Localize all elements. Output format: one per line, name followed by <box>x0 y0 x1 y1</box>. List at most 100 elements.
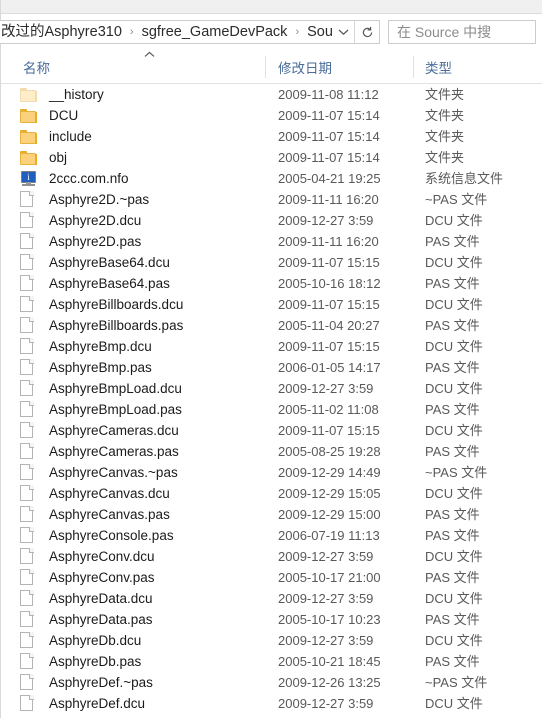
file-explorer-window: 改过的Asphyre310 › sgfree_GameDevPack › Sou… <box>0 0 542 718</box>
table-row[interactable]: AsphyreConv.dcu 2009-12-27 3:59 DCU 文件 <box>1 546 542 567</box>
file-name-label: Asphyre2D.pas <box>49 234 142 249</box>
document-icon <box>20 506 44 524</box>
file-name-cell[interactable]: AsphyreDef.~pas <box>1 672 265 693</box>
breadcrumb-item-2[interactable]: Source <box>305 21 332 43</box>
file-name-cell[interactable]: AsphyreConsole.pas <box>1 525 265 546</box>
table-row[interactable]: __history 2009-11-08 11:12 文件夹 <box>1 84 542 105</box>
file-type-cell: DCU 文件 <box>425 297 483 312</box>
document-icon <box>20 653 44 671</box>
table-row[interactable]: AsphyreBase64.pas 2005-10-16 18:12 PAS 文件 <box>1 273 542 294</box>
file-name-cell[interactable]: AsphyreData.pas <box>1 609 265 630</box>
file-date-cell: 2009-11-07 15:15 <box>278 255 380 270</box>
file-name-label: __history <box>49 87 104 102</box>
file-type-cell: DCU 文件 <box>425 696 483 711</box>
file-name-label: AsphyreData.pas <box>49 612 153 627</box>
file-name-label: AsphyreCanvas.pas <box>49 507 170 522</box>
table-row[interactable]: i 2ccc.com.nfo 2005-04-21 19:25 系统信息文件 <box>1 168 542 189</box>
file-name-label: AsphyreCanvas.~pas <box>49 465 178 480</box>
column-header-type[interactable]: 类型 <box>425 50 452 83</box>
table-row[interactable]: Asphyre2D.dcu 2009-12-27 3:59 DCU 文件 <box>1 210 542 231</box>
file-date-cell: 2009-11-11 16:20 <box>278 234 379 249</box>
table-row[interactable]: AsphyreData.pas 2005-10-17 10:23 PAS 文件 <box>1 609 542 630</box>
file-name-cell[interactable]: AsphyreBase64.dcu <box>1 252 265 273</box>
table-row[interactable]: AsphyreCanvas.dcu 2009-12-29 15:05 DCU 文件 <box>1 483 542 504</box>
table-row[interactable]: Asphyre2D.~pas 2009-11-11 16:20 ~PAS 文件 <box>1 189 542 210</box>
file-name-cell[interactable]: AsphyreBmp.dcu <box>1 336 265 357</box>
table-row[interactable]: AsphyreConv.pas 2005-10-17 21:00 PAS 文件 <box>1 567 542 588</box>
file-name-cell[interactable]: include <box>1 126 265 147</box>
table-row[interactable]: DCU 2009-11-07 15:14 文件夹 <box>1 105 542 126</box>
table-row[interactable]: AsphyreCameras.pas 2005-08-25 19:28 PAS 文件 <box>1 441 542 462</box>
file-name-cell[interactable]: Asphyre2D.~pas <box>1 189 265 210</box>
file-type-cell: DCU 文件 <box>425 213 483 228</box>
file-name-cell[interactable]: AsphyreBmp.pas <box>1 357 265 378</box>
file-name-cell[interactable]: AsphyreDb.pas <box>1 651 265 672</box>
table-row[interactable]: AsphyreDef.~pas 2009-12-26 13:25 ~PAS 文件 <box>1 672 542 693</box>
column-header-date-modified[interactable]: 修改日期 <box>278 50 332 83</box>
file-name-cell[interactable]: obj <box>1 147 265 168</box>
file-name-cell[interactable]: AsphyreBmpLoad.pas <box>1 399 265 420</box>
table-row[interactable]: AsphyreCanvas.pas 2009-12-29 15:00 PAS 文件 <box>1 504 542 525</box>
document-icon <box>20 569 44 587</box>
file-name-cell[interactable]: AsphyreCanvas.dcu <box>1 483 265 504</box>
table-row[interactable]: AsphyreCanvas.~pas 2009-12-29 14:49 ~PAS 文… <box>1 462 542 483</box>
table-row[interactable]: AsphyreBmpLoad.pas 2005-11-02 11:08 PAS 文件 <box>1 399 542 420</box>
file-name-cell[interactable]: AsphyreCameras.dcu <box>1 420 265 441</box>
file-date-cell: 2005-10-17 21:00 <box>278 570 381 585</box>
file-name-cell[interactable]: AsphyreDb.dcu <box>1 630 265 651</box>
file-date-cell: 2005-11-04 20:27 <box>278 318 380 333</box>
table-row[interactable]: include 2009-11-07 15:14 文件夹 <box>1 126 542 147</box>
table-row[interactable]: AsphyreCameras.dcu 2009-11-07 15:15 DCU 文件 <box>1 420 542 441</box>
document-icon <box>20 422 44 440</box>
refresh-icon[interactable] <box>354 21 379 43</box>
table-row[interactable]: obj 2009-11-07 15:14 文件夹 <box>1 147 542 168</box>
table-row[interactable]: AsphyreData.dcu 2009-12-27 3:59 DCU 文件 <box>1 588 542 609</box>
file-name-cell[interactable]: AsphyreBillboards.dcu <box>1 294 265 315</box>
file-name-label: obj <box>49 150 68 165</box>
file-name-cell[interactable]: AsphyreCanvas.pas <box>1 504 265 525</box>
file-type-cell: 文件夹 <box>425 150 465 165</box>
file-name-cell[interactable]: AsphyreBillboards.pas <box>1 315 265 336</box>
file-name-cell[interactable]: AsphyreConv.pas <box>1 567 265 588</box>
file-name-cell[interactable]: Asphyre2D.pas <box>1 231 265 252</box>
address-bar[interactable]: 改过的Asphyre310 › sgfree_GameDevPack › Sou… <box>0 20 380 44</box>
table-row[interactable]: AsphyreDb.dcu 2009-12-27 3:59 DCU 文件 <box>1 630 542 651</box>
column-divider[interactable] <box>265 56 266 78</box>
table-row[interactable]: AsphyreBase64.dcu 2009-11-07 15:15 DCU 文件 <box>1 252 542 273</box>
file-type-cell: 系统信息文件 <box>425 171 504 186</box>
file-name-cell[interactable]: AsphyreCanvas.~pas <box>1 462 265 483</box>
column-divider[interactable] <box>413 56 414 78</box>
table-row[interactable]: AsphyreBmpLoad.dcu 2009-12-27 3:59 DCU 文件 <box>1 378 542 399</box>
file-name-cell[interactable]: DCU <box>1 105 265 126</box>
file-type-cell: DCU 文件 <box>425 423 483 438</box>
table-row[interactable]: AsphyreConsole.pas 2006-07-19 11:13 PAS 文件 <box>1 525 542 546</box>
column-header-name[interactable]: 名称 <box>23 50 50 83</box>
file-list[interactable]: __history 2009-11-08 11:12 文件夹 DCU 2009-11-0… <box>1 84 542 714</box>
file-name-cell[interactable]: i 2ccc.com.nfo <box>1 168 265 189</box>
table-row[interactable]: AsphyreDb.pas 2005-10-21 18:45 PAS 文件 <box>1 651 542 672</box>
file-type-cell: PAS 文件 <box>425 402 480 417</box>
table-row[interactable]: AsphyreBmp.pas 2006-01-05 14:17 PAS 文件 <box>1 357 542 378</box>
table-row[interactable]: Asphyre2D.pas 2009-11-11 16:20 PAS 文件 <box>1 231 542 252</box>
file-name-label: AsphyreDb.pas <box>49 654 142 669</box>
document-icon <box>20 674 44 692</box>
table-row[interactable]: AsphyreBillboards.dcu 2009-11-07 15:15 DCU… <box>1 294 542 315</box>
table-row[interactable]: AsphyreBmp.dcu 2009-11-07 15:15 DCU 文件 <box>1 336 542 357</box>
table-row[interactable]: AsphyreBillboards.pas 2005-11-04 20:27 PAS… <box>1 315 542 336</box>
breadcrumb-item-1[interactable]: sgfree_GameDevPack <box>140 21 290 43</box>
file-name-cell[interactable]: AsphyreCameras.pas <box>1 441 265 462</box>
breadcrumb-item-0[interactable]: 改过的Asphyre310 <box>0 21 124 43</box>
file-name-cell[interactable]: AsphyreDef.dcu <box>1 693 265 714</box>
folder-icon <box>20 149 44 167</box>
file-type-cell: PAS 文件 <box>425 507 480 522</box>
file-name-cell[interactable]: AsphyreBmpLoad.dcu <box>1 378 265 399</box>
search-input[interactable]: 在 Source 中搜 <box>388 20 536 44</box>
table-row[interactable]: AsphyreDef.dcu 2009-12-27 3:59 DCU 文件 <box>1 693 542 714</box>
file-name-label: AsphyreBmp.pas <box>49 360 152 375</box>
file-name-cell[interactable]: AsphyreBase64.pas <box>1 273 265 294</box>
file-name-cell[interactable]: AsphyreConv.dcu <box>1 546 265 567</box>
chevron-down-icon[interactable] <box>332 21 354 43</box>
file-name-cell[interactable]: __history <box>1 84 265 105</box>
file-name-cell[interactable]: AsphyreData.dcu <box>1 588 265 609</box>
file-name-cell[interactable]: Asphyre2D.dcu <box>1 210 265 231</box>
